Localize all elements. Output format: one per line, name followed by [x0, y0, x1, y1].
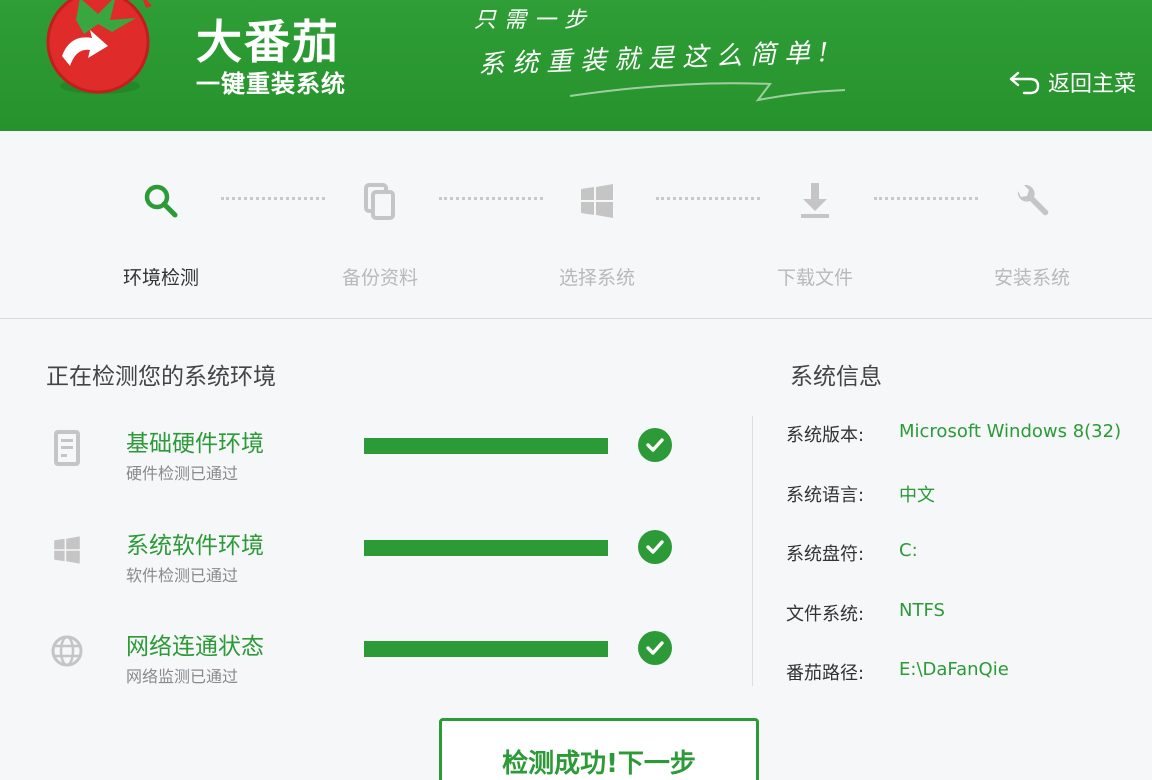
progress-fill: [364, 641, 608, 657]
back-arrow-icon: [1009, 71, 1040, 95]
progress-bar: [364, 540, 608, 556]
info-row-version: 系统版本: Microsoft Windows 8(32): [786, 419, 1152, 449]
check-passed-icon: [638, 428, 672, 462]
info-value: E:\DaFanQie: [899, 659, 1009, 680]
search-icon: [141, 181, 181, 221]
app-header: 大番茄 一键重装系统 只需一步 系统重装就是这么简单! 返回主菜: [0, 0, 1152, 131]
info-key: 系统语言:: [786, 485, 865, 506]
panel-divider: [752, 416, 753, 686]
brand-subtitle: 一键重装系统: [196, 70, 346, 98]
back-to-main-button[interactable]: 返回主菜: [1008, 66, 1136, 98]
info-row-filesystem: 文件系统: NTFS: [786, 598, 1152, 628]
info-value: NTFS: [899, 600, 945, 621]
step-connector: [221, 197, 325, 200]
info-key: 文件系统:: [786, 604, 865, 625]
wrench-icon: [1012, 181, 1052, 221]
step-label: 下载文件: [776, 267, 853, 289]
copy-icon: [360, 181, 400, 221]
hardware-icon: [50, 430, 84, 466]
slogan-swoosh-decoration: [569, 82, 846, 102]
progress-bar: [364, 438, 608, 454]
progress-fill: [364, 438, 608, 454]
back-label: 返回主菜: [1048, 72, 1137, 97]
next-step-button[interactable]: 检测成功!下一步: [439, 718, 759, 780]
download-icon: [795, 181, 835, 221]
detect-title: 正在检测您的系统环境: [46, 364, 276, 390]
tomato-logo-icon: [46, 0, 152, 94]
step-label: 选择系统: [558, 267, 635, 289]
step-label: 环境检测: [122, 267, 199, 289]
check-title: 基础硬件环境: [126, 431, 264, 457]
info-row-path: 番茄路径: E:\DaFanQie: [786, 657, 1152, 687]
slogan-line-1: 只需一步: [474, 8, 595, 33]
info-row-language: 系统语言: 中文: [786, 479, 1152, 509]
check-item-software: 系统软件环境 软件检测已通过: [0, 526, 740, 606]
info-key: 系统盘符:: [786, 544, 865, 565]
step-connector: [439, 197, 543, 200]
info-value: C:: [899, 540, 918, 561]
info-key: 番茄路径:: [786, 663, 865, 684]
progress-steps: 环境检测 备份资料 选择系统 下载文件 安装系统: [0, 131, 1152, 319]
info-key: 系统版本:: [786, 425, 865, 446]
check-passed-icon: [638, 530, 672, 564]
check-subtitle: 硬件检测已通过: [126, 464, 239, 483]
info-row-drive: 系统盘符: C:: [786, 538, 1152, 568]
step-connector: [656, 197, 760, 200]
check-title: 系统软件环境: [126, 533, 264, 559]
progress-fill: [364, 540, 608, 556]
windows-icon: [577, 181, 617, 221]
brand-name: 大番茄: [196, 15, 340, 69]
system-info-title: 系统信息: [790, 364, 882, 390]
step-label: 备份资料: [341, 267, 418, 289]
windows-icon: [50, 532, 84, 568]
step-label: 安装系统: [993, 267, 1070, 289]
globe-icon: [50, 633, 84, 669]
progress-bar: [364, 641, 608, 657]
check-passed-icon: [638, 631, 672, 665]
check-subtitle: 网络监测已通过: [126, 667, 239, 686]
info-value: 中文: [899, 485, 935, 506]
check-title: 网络连通状态: [126, 634, 264, 660]
check-item-network: 网络连通状态 网络监测已通过: [0, 627, 740, 707]
step-connector: [874, 197, 978, 200]
check-item-hardware: 基础硬件环境 硬件检测已通过: [0, 424, 740, 504]
info-value: Microsoft Windows 8(32): [899, 421, 1122, 442]
check-subtitle: 软件检测已通过: [126, 566, 239, 585]
